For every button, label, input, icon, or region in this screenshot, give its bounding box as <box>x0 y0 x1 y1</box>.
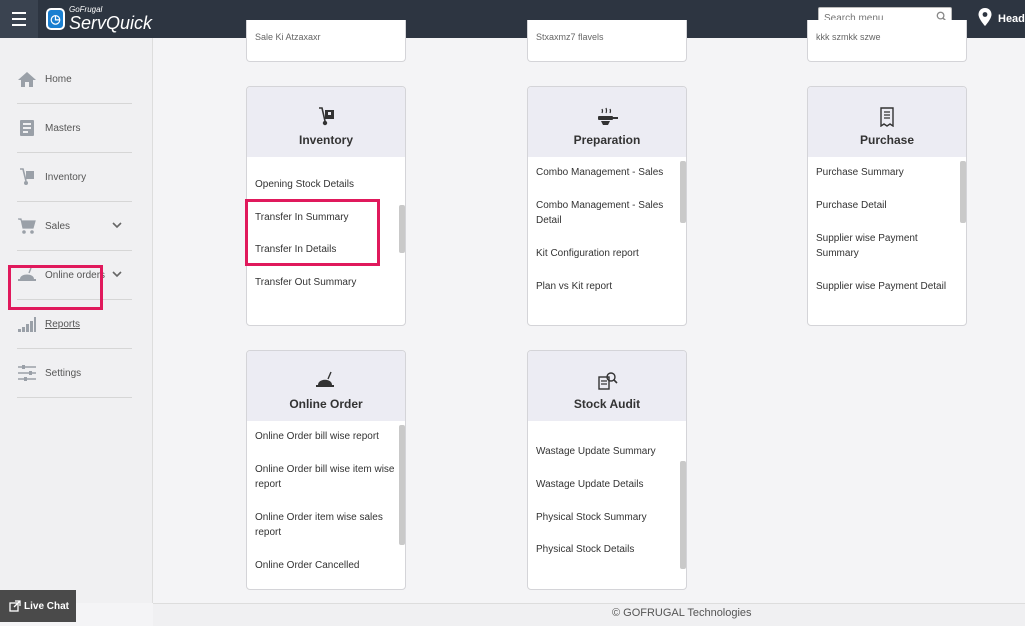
stock-audit-icon <box>598 372 618 390</box>
footer <box>153 603 1025 626</box>
sidebar-item-home[interactable]: Home <box>17 55 132 104</box>
report-link[interactable]: Physical Stock Details <box>536 542 676 557</box>
card-item-partial[interactable]: Stxaxmz7 flavels <box>536 32 604 42</box>
card-header: Online Order <box>247 351 405 421</box>
report-link[interactable]: Purchase Detail <box>816 198 956 213</box>
card-header: Stock Audit <box>528 351 686 421</box>
card-title: Online Order <box>289 397 363 411</box>
sidebar-item-label: Home <box>45 73 72 85</box>
card-header: Preparation <box>528 87 686 157</box>
report-link[interactable]: Supplier wise Payment Detail <box>816 279 956 294</box>
hand-truck-icon <box>319 107 334 126</box>
card-title: Stock Audit <box>573 397 641 411</box>
live-chat-button[interactable]: Live Chat <box>0 590 76 622</box>
hamburger-icon <box>12 10 26 28</box>
report-link[interactable]: Transfer Out Summary <box>255 275 395 290</box>
report-link[interactable]: Opening Stock Details <box>255 177 395 192</box>
receipt-icon <box>880 107 894 127</box>
report-link[interactable]: Online Order bill wise item wise report <box>255 462 395 492</box>
logo-clock-icon: ◷ <box>46 8 65 30</box>
report-card-stock-audit: Stock Audit Wastage Update Summary Wasta… <box>527 350 687 590</box>
footer-copyright: © GOFRUGAL Technologies <box>612 607 752 619</box>
hand-truck-icon <box>20 168 34 185</box>
sidebar-item-label: Inventory <box>45 171 87 183</box>
chevron-down-icon[interactable] <box>112 269 122 279</box>
sidebar-item-sales[interactable]: Sales <box>17 202 132 251</box>
report-card-preparation: Preparation Combo Management - Sales Com… <box>527 86 687 326</box>
scrollbar[interactable] <box>680 461 686 569</box>
sidebar-item-label: Settings <box>45 367 82 379</box>
card-item-partial[interactable]: Sale Ki Atzaxaxr <box>255 32 321 42</box>
report-card-partial: kkk szmkk szwe <box>807 20 967 62</box>
report-card-online-order: Online Order Online Order bill wise repo… <box>246 350 406 590</box>
report-card-purchase: Purchase Purchase Summary Purchase Detai… <box>807 86 967 326</box>
sidebar-item-masters[interactable]: Masters <box>17 104 132 153</box>
sidebar-item-label: Sales <box>45 220 71 232</box>
card-header: Inventory <box>247 87 405 157</box>
report-link[interactable]: Online Order bill wise report <box>255 429 395 444</box>
report-link[interactable]: Purchase Summary <box>816 165 956 180</box>
report-link[interactable]: Combo Management - Sales Detail <box>536 198 676 228</box>
sidebar-item-label: Masters <box>45 122 81 134</box>
masters-icon <box>20 120 34 136</box>
report-link[interactable]: Plan vs Kit report <box>536 279 676 294</box>
report-link[interactable]: Kit Configuration report <box>536 246 676 261</box>
sidebar-item-settings[interactable]: Settings <box>17 349 132 398</box>
report-link[interactable]: Supplier wise Payment Summary <box>816 231 956 261</box>
report-link[interactable]: Combo Management - Sales <box>536 165 676 180</box>
chevron-down-icon[interactable] <box>112 220 122 230</box>
report-link[interactable]: Wastage Update Details <box>536 477 676 492</box>
cloche-icon <box>316 371 334 387</box>
scrollbar[interactable] <box>399 425 405 545</box>
external-link-icon <box>9 600 21 612</box>
app-logo[interactable]: ◷ GoFrugal ServQuick <box>40 1 152 37</box>
cart-icon <box>18 218 36 234</box>
scrollbar[interactable] <box>399 205 405 253</box>
report-link[interactable]: Wastage Update Summary <box>536 444 676 459</box>
sidebar: Home Masters Inventory Sales Online orde… <box>0 38 153 603</box>
card-item-partial[interactable]: kkk szmkk szwe <box>816 32 881 42</box>
card-title: Preparation <box>573 133 641 147</box>
brand-name: ServQuick <box>68 13 152 33</box>
report-card-partial: Sale Ki Atzaxaxr <box>246 20 406 62</box>
report-link[interactable]: Online Order Cancelled <box>255 558 395 573</box>
cooking-pan-icon <box>598 107 618 125</box>
report-link[interactable]: Online Order item wise sales report <box>255 510 395 540</box>
location-label[interactable]: Head <box>998 13 1025 25</box>
menu-toggle-button[interactable] <box>0 0 38 38</box>
card-title: Inventory <box>298 133 353 147</box>
home-icon <box>18 72 36 87</box>
location-pin-icon[interactable] <box>978 8 992 26</box>
report-card-partial: Stxaxmz7 flavels <box>527 20 687 62</box>
report-link[interactable]: Physical Stock Summary <box>536 510 676 525</box>
bar-chart-icon <box>18 317 36 332</box>
sidebar-item-inventory[interactable]: Inventory <box>17 153 132 202</box>
live-chat-label: Live Chat <box>24 600 70 612</box>
sliders-icon <box>18 365 36 381</box>
scrollbar[interactable] <box>960 161 966 223</box>
sidebar-item-label: Reports <box>45 318 81 330</box>
reports-highlight-box <box>8 265 103 310</box>
transfer-highlight-box <box>245 199 380 266</box>
card-header: Purchase <box>808 87 966 157</box>
scrollbar[interactable] <box>680 161 686 223</box>
card-title: Purchase <box>859 133 915 147</box>
